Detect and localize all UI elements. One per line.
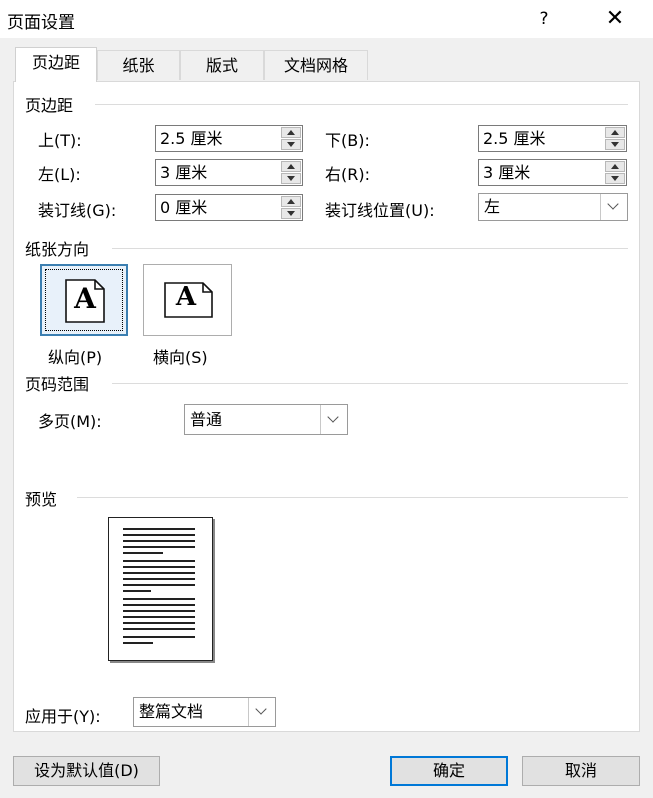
pages-separator <box>112 383 628 384</box>
tab-paper[interactable]: 纸张 <box>97 50 180 80</box>
preview-section-title: 预览 <box>25 490 58 509</box>
help-button[interactable]: ? <box>524 3 564 35</box>
apply-to-label: 应用于(Y): <box>25 707 101 726</box>
portrait-button[interactable]: A <box>40 264 128 336</box>
cancel-button[interactable]: 取消 <box>522 756 640 786</box>
title-bar: 页面设置 ? ✕ <box>0 0 653 38</box>
bottom-margin-spinner[interactable]: 2.5 厘米 <box>478 125 627 152</box>
spin-up-icon[interactable] <box>281 196 301 207</box>
spin-up-icon[interactable] <box>281 161 301 172</box>
multiple-pages-label: 多页(M): <box>38 412 102 431</box>
gutter-value: 0 厘米 <box>160 198 208 217</box>
tab-document-grid[interactable]: 文档网格 <box>264 50 368 80</box>
top-margin-label: 上(T): <box>38 131 82 150</box>
spin-down-icon[interactable] <box>281 208 301 219</box>
chevron-down-icon[interactable] <box>600 194 627 220</box>
ok-button[interactable]: 确定 <box>390 756 508 786</box>
spin-up-icon[interactable] <box>281 127 301 138</box>
multiple-pages-select[interactable]: 普通 <box>184 404 348 435</box>
close-icon[interactable]: ✕ <box>590 3 640 35</box>
chevron-down-icon[interactable] <box>320 405 347 434</box>
window-title: 页面设置 <box>7 13 75 33</box>
top-margin-value: 2.5 厘米 <box>160 129 223 148</box>
spin-down-icon[interactable] <box>281 173 301 184</box>
gutter-spinner[interactable]: 0 厘米 <box>155 194 303 221</box>
portrait-glyph: A <box>74 282 96 315</box>
page-preview <box>108 517 213 661</box>
right-margin-label: 右(R): <box>325 165 370 184</box>
portrait-label[interactable]: 纵向(P) <box>48 344 102 368</box>
gutter-label: 装订线(G): <box>38 201 117 220</box>
spin-down-icon[interactable] <box>605 173 625 184</box>
bottom-margin-label: 下(B): <box>325 131 370 150</box>
set-default-button[interactable]: 设为默认值(D) <box>13 756 160 786</box>
apply-to-select[interactable]: 整篇文档 <box>133 697 276 727</box>
orientation-section-title: 纸张方向 <box>25 240 90 259</box>
left-margin-label: 左(L): <box>38 165 81 184</box>
multiple-pages-value: 普通 <box>190 410 223 429</box>
tab-margins[interactable]: 页边距 <box>15 47 97 82</box>
tab-layout[interactable]: 版式 <box>180 50 264 80</box>
bottom-margin-value: 2.5 厘米 <box>483 129 546 148</box>
preview-separator <box>77 497 628 498</box>
spin-down-icon[interactable] <box>281 139 301 150</box>
apply-to-value: 整篇文档 <box>139 702 204 721</box>
margins-section-title: 页边距 <box>25 96 74 115</box>
orientation-separator <box>112 248 628 249</box>
landscape-button[interactable]: A <box>143 264 232 336</box>
pages-section-title: 页码范围 <box>25 375 90 394</box>
right-margin-spinner[interactable]: 3 厘米 <box>478 159 627 186</box>
landscape-label[interactable]: 横向(S) <box>153 344 208 368</box>
spin-down-icon[interactable] <box>605 139 625 150</box>
top-margin-spinner[interactable]: 2.5 厘米 <box>155 125 303 152</box>
gutter-position-value: 左 <box>484 197 501 216</box>
right-margin-value: 3 厘米 <box>483 163 531 182</box>
spin-up-icon[interactable] <box>605 161 625 172</box>
gutter-position-select[interactable]: 左 <box>478 193 628 221</box>
left-margin-spinner[interactable]: 3 厘米 <box>155 159 303 186</box>
gutter-position-label: 装订线位置(U): <box>325 201 435 220</box>
margins-separator <box>95 104 628 105</box>
left-margin-value: 3 厘米 <box>160 163 208 182</box>
landscape-glyph: A <box>175 282 197 312</box>
chevron-down-icon[interactable] <box>248 698 275 726</box>
spin-up-icon[interactable] <box>605 127 625 138</box>
